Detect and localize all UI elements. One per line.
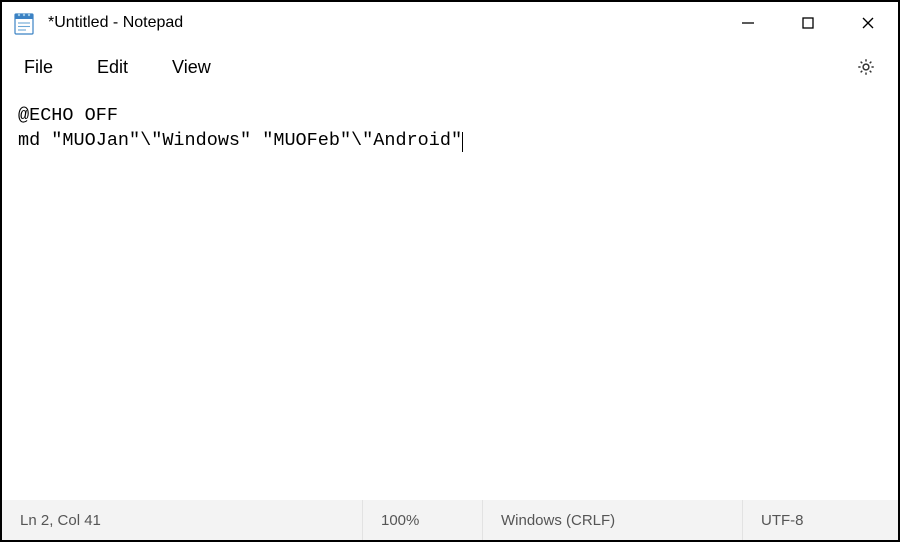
status-encoding: UTF-8 xyxy=(742,500,898,540)
menubar: File Edit View xyxy=(2,44,898,90)
minimize-icon xyxy=(741,16,755,30)
text-caret xyxy=(462,132,463,152)
status-position: Ln 2, Col 41 xyxy=(2,500,362,540)
status-line-ending: Windows (CRLF) xyxy=(482,500,742,540)
minimize-button[interactable] xyxy=(718,2,778,44)
window-controls xyxy=(718,2,898,44)
editor-content: @ECHO OFF md "MUOJan"\"Windows" "MUOFeb"… xyxy=(18,105,462,151)
text-editor[interactable]: @ECHO OFF md "MUOJan"\"Windows" "MUOFeb"… xyxy=(2,90,898,500)
maximize-button[interactable] xyxy=(778,2,838,44)
window-title: *Untitled - Notepad xyxy=(48,14,718,32)
statusbar: Ln 2, Col 41 100% Windows (CRLF) UTF-8 xyxy=(2,500,898,540)
gear-icon xyxy=(856,57,876,77)
menu-file[interactable]: File xyxy=(16,51,61,84)
menu-view[interactable]: View xyxy=(164,51,219,84)
settings-button[interactable] xyxy=(848,49,884,85)
titlebar: *Untitled - Notepad xyxy=(2,2,898,44)
menu-edit[interactable]: Edit xyxy=(89,51,136,84)
notepad-icon xyxy=(14,11,34,35)
maximize-icon xyxy=(801,16,815,30)
status-zoom: 100% xyxy=(362,500,482,540)
close-button[interactable] xyxy=(838,2,898,44)
close-icon xyxy=(861,16,875,30)
